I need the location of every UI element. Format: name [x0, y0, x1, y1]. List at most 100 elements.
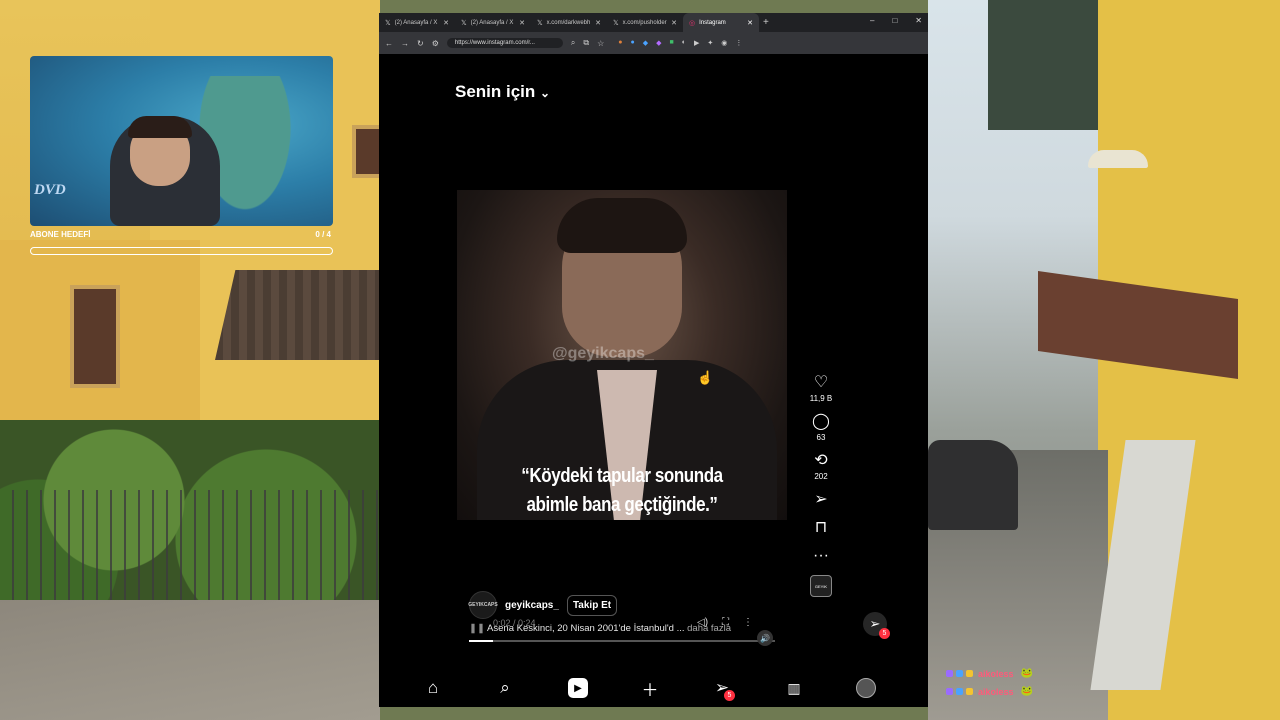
browser-window: 𝕏 (2) Anasayfa / X ✕ 𝕏 (2) Anasayfa / X … — [379, 13, 928, 707]
reel-player[interactable]: @geyikcaps_ ☝ “Köydeki tapular sonunda a… — [457, 68, 787, 657]
address-bar[interactable]: https://www.instagram.com/r... — [446, 38, 563, 48]
reload-button[interactable]: ↻ — [417, 39, 424, 48]
create-icon[interactable]: ＋ — [640, 678, 660, 700]
share-action[interactable]: ➢ — [814, 491, 827, 509]
new-tab-button[interactable]: + — [763, 17, 769, 28]
sub-goal: ABONE HEDEFİ 0 / 4 — [30, 230, 333, 239]
like-action[interactable]: ♡ 11,9 B — [810, 374, 833, 403]
repost-icon[interactable]: ⟲ — [814, 452, 827, 470]
menu-icon[interactable]: ⋮ — [735, 39, 742, 47]
video-frame[interactable]: @geyikcaps_ ☝ “Köydeki tapular sonunda a… — [457, 190, 787, 520]
stream-chat: aikoless 🐸 aikoless 🐸 — [946, 668, 1033, 704]
extension-icon[interactable]: ◐ — [682, 39, 686, 47]
video-progress-bar[interactable] — [469, 640, 775, 642]
browser-tab[interactable]: 𝕏 x.com/pusholder ✕ — [607, 13, 683, 32]
like-count: 11,9 B — [809, 394, 833, 403]
chat-username[interactable]: aikoless — [978, 687, 1014, 697]
x-logo-icon: 𝕏 — [613, 19, 619, 27]
save-action[interactable]: ⊓ — [815, 519, 827, 537]
more-options-icon[interactable]: ⋮ — [743, 617, 753, 628]
sub-goal-progress-bar — [30, 247, 333, 255]
reel-description: ❚❚ Asena Keskinci, 20 Nisan 2001'de İsta… — [469, 623, 731, 634]
instagram-icon: ◎ — [689, 19, 696, 27]
maximize-button[interactable]: □ — [892, 16, 897, 25]
extension-icon[interactable]: ▶ — [694, 39, 699, 47]
reels-icon[interactable]: ▶ — [568, 678, 588, 698]
translate-icon[interactable]: ⧉ — [583, 38, 589, 48]
author-avatar[interactable]: GEYIKCAPS — [468, 591, 498, 619]
instagram-page: @geyikcaps_ ☝ “Köydeki tapular sonunda a… — [379, 54, 928, 707]
profile-avatar[interactable] — [856, 678, 876, 698]
caption-line: “Köydeki tapular sonunda — [521, 465, 723, 487]
browser-tab[interactable]: 𝕏 x.com/darkwebh ✕ — [531, 13, 607, 32]
roof — [215, 270, 380, 360]
repost-action[interactable]: ⟲ 202 — [814, 452, 827, 481]
comment-action[interactable]: ◯ 63 — [812, 413, 830, 442]
forward-button[interactable]: → — [401, 39, 409, 48]
search-icon[interactable]: ⌕ — [495, 678, 515, 698]
pause-icon[interactable]: ❚❚ — [469, 623, 487, 634]
tab-label: Instagram — [699, 19, 726, 26]
caption-line: abimle bana geçtiğinde.” — [526, 494, 718, 516]
more-icon[interactable]: ··· — [813, 547, 829, 565]
sub-goal-label: ABONE HEDEFİ — [30, 230, 91, 239]
parked-car — [928, 440, 1018, 530]
home-icon[interactable]: ⌂ — [423, 678, 443, 698]
profile-icon[interactable]: ◉ — [721, 39, 727, 47]
messages-button[interactable]: ➢ 5 — [863, 612, 890, 639]
comment-icon[interactable]: ◯ — [812, 413, 830, 431]
dm-badge: 5 — [879, 628, 890, 639]
extension-icon[interactable]: ◆ — [656, 39, 661, 47]
badge-icon — [966, 688, 973, 695]
video-watermark: @geyikcaps_ — [552, 345, 654, 362]
back-button[interactable]: ← — [385, 39, 393, 48]
extensions-puzzle-icon[interactable]: ✦ — [707, 39, 713, 47]
browser-tab-active[interactable]: ◎ Instagram ✕ — [683, 13, 759, 32]
mouse-cursor-icon: ☝ — [697, 370, 714, 385]
close-window-button[interactable]: ✕ — [915, 16, 922, 25]
close-tab-icon[interactable]: ✕ — [747, 19, 753, 27]
x-logo-icon: 𝕏 — [461, 19, 467, 27]
tab-bar: 𝕏 (2) Anasayfa / X ✕ 𝕏 (2) Anasayfa / X … — [379, 13, 928, 32]
badge-icon — [946, 670, 953, 677]
audio-avatar[interactable]: GEYIK — [810, 575, 832, 597]
fence — [0, 490, 380, 600]
browser-tab[interactable]: 𝕏 (2) Anasayfa / X ✕ — [379, 13, 455, 32]
insights-icon[interactable]: ▥ — [784, 678, 804, 698]
background-scene-right — [928, 0, 1280, 720]
comment-count: 63 — [816, 433, 826, 442]
more-action[interactable]: ··· — [813, 547, 829, 565]
close-tab-icon[interactable]: ✕ — [671, 19, 677, 27]
tab-label: x.com/darkwebh — [546, 19, 591, 26]
follow-button[interactable]: Takip Et — [566, 594, 618, 616]
extension-icon[interactable]: ● — [618, 39, 622, 47]
close-tab-icon[interactable]: ✕ — [595, 19, 601, 27]
extension-icon[interactable]: ■ — [670, 39, 674, 47]
browser-tab[interactable]: 𝕏 (2) Anasayfa / X ✕ — [455, 13, 531, 32]
close-tab-icon[interactable]: ✕ — [519, 19, 525, 27]
search-icon[interactable]: ⌕ — [571, 38, 575, 48]
streamer-hair — [128, 116, 192, 138]
more-link[interactable]: daha fazla — [687, 623, 731, 634]
extension-icon[interactable]: ◆ — [643, 39, 648, 47]
bookmark-icon[interactable]: ⊓ — [815, 519, 827, 537]
send-icon: ➢ — [869, 616, 881, 631]
chat-username[interactable]: aikoless — [978, 669, 1014, 679]
star-icon[interactable]: ☆ — [597, 39, 604, 48]
feed-title-label: Senin için — [455, 82, 536, 101]
author-username[interactable]: geyikcaps_ — [505, 600, 559, 611]
minimize-button[interactable]: – — [870, 16, 874, 25]
close-tab-icon[interactable]: ✕ — [443, 19, 449, 27]
site-info-icon[interactable]: ⚙ — [432, 39, 439, 48]
extension-icon[interactable]: ● — [630, 39, 634, 47]
speaker-icon[interactable]: 🔊 — [757, 630, 773, 646]
street-lamp — [1088, 150, 1148, 168]
feed-title[interactable]: Senin için ⌄ — [455, 82, 550, 102]
nav-dm-badge: 5 — [724, 690, 735, 701]
heart-icon[interactable]: ♡ — [814, 374, 828, 392]
chat-message: aikoless 🐸 — [946, 668, 1033, 679]
send-icon[interactable]: ➢ — [814, 491, 827, 509]
messages-nav-icon[interactable]: ➢ 5 — [712, 678, 735, 701]
tab-label: (2) Anasayfa / X — [470, 19, 514, 26]
reel-actions: ♡ 11,9 B ◯ 63 ⟲ 202 ➢ ⊓ ··· GEYIK — [799, 374, 843, 597]
